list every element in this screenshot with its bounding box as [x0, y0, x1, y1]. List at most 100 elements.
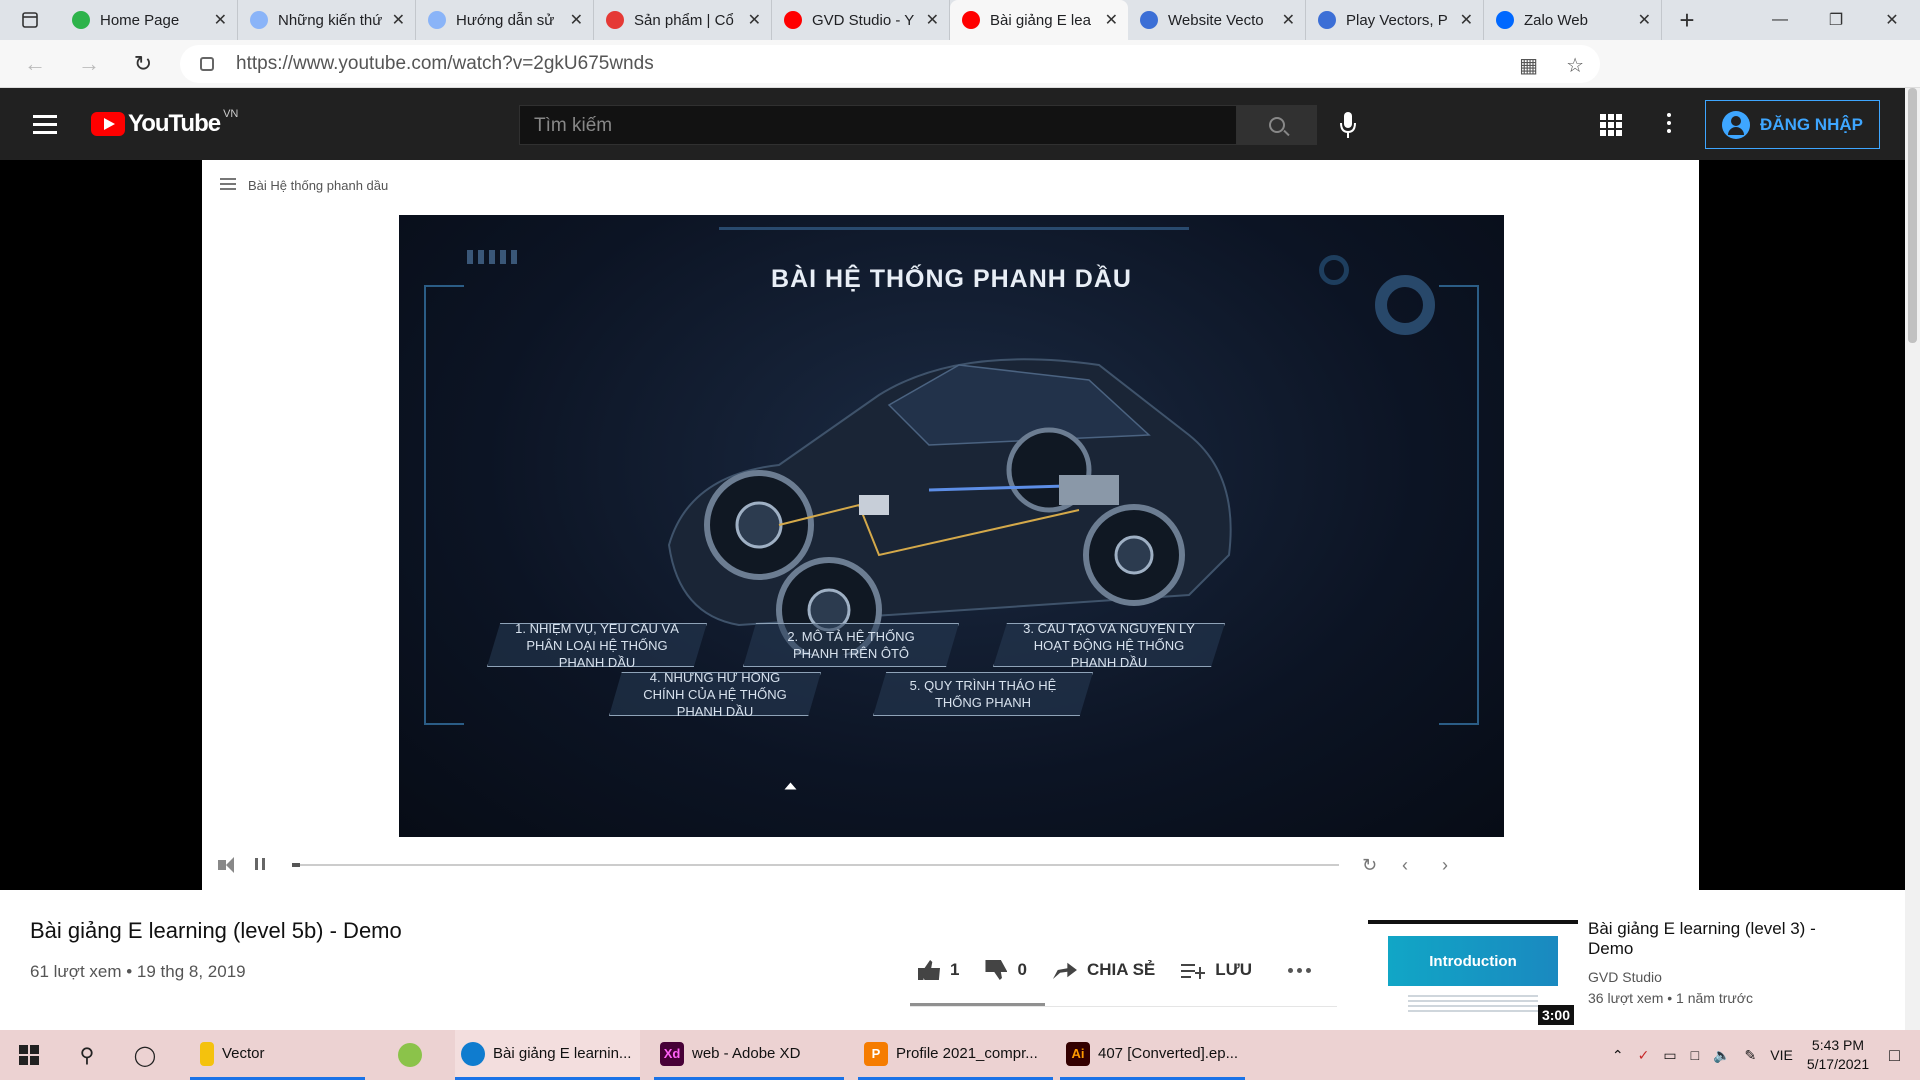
thumbnail-heading: Introduction	[1388, 936, 1558, 986]
taskbar-app-vector[interactable]: Vector	[190, 1030, 365, 1080]
browser-toolbar: ← → ↻ https://www.youtube.com/watch?v=2g…	[0, 40, 1920, 121]
speaker-icon[interactable]: 🔈	[1713, 1047, 1730, 1064]
url-text[interactable]: https://www.youtube.com/watch?v=2gkU675w…	[236, 53, 654, 75]
tab-actions-menu[interactable]	[0, 0, 60, 40]
seek-bar[interactable]	[292, 863, 1339, 867]
task-view-icon[interactable]: ◯	[116, 1043, 174, 1068]
lesson-menu-item-1[interactable]: 1. NHIỆM VỤ, YÊU CẦU VÀ PHÂN LOẠI HỆ THỐ…	[487, 623, 707, 667]
video-title: Bài giảng E learning (level 5b) - Demo	[30, 918, 402, 943]
guide-menu-icon[interactable]	[33, 115, 57, 139]
pen-icon[interactable]: ✎	[1745, 1047, 1757, 1064]
account-icon	[1722, 110, 1751, 139]
lesson-menu-item-3[interactable]: 3. CẤU TẠO VÀ NGUYÊN LÝ HOẠT ĐỘNG HỆ THỐ…	[993, 623, 1225, 667]
browser-tab[interactable]: Website Vecto ✕	[1128, 0, 1306, 40]
video-player[interactable]: Bài Hệ thống phanh dầu BÀI HỆ THỐNG PHAN…	[0, 160, 1905, 890]
close-window-icon[interactable]: ✕	[1864, 0, 1920, 40]
share-icon	[1052, 962, 1077, 979]
recommended-title[interactable]: Bài giảng E learning (level 3) - Demo	[1588, 919, 1858, 959]
more-actions-icon[interactable]	[1288, 967, 1312, 973]
apps-grid-icon[interactable]	[1600, 114, 1622, 136]
search-input[interactable]: Tìm kiếm	[519, 105, 1237, 145]
share-button[interactable]: CHIA SẺ	[1052, 960, 1155, 980]
tab-close-icon[interactable]: ✕	[1638, 10, 1651, 30]
next-slide-icon[interactable]: ›	[1442, 855, 1448, 876]
clock[interactable]: 5:43 PM 5/17/2021	[1807, 1036, 1869, 1074]
restore-icon[interactable]: ❐	[1808, 0, 1864, 40]
settings-more-icon[interactable]	[1667, 113, 1671, 137]
replay-icon[interactable]: ↻	[1362, 855, 1377, 876]
recommended-thumbnail[interactable]: Introduction 3:00	[1368, 920, 1578, 1025]
microphone-icon[interactable]	[1338, 110, 1358, 140]
antivirus-icon[interactable]: ✓	[1638, 1047, 1650, 1064]
tab-close-icon[interactable]: ✕	[570, 10, 583, 30]
pause-icon[interactable]	[255, 858, 265, 870]
lesson-menu-item-5[interactable]: 5. QUY TRÌNH THÁO HỆ THỐNG PHANH	[873, 672, 1093, 716]
battery-icon[interactable]: ▭	[1663, 1047, 1676, 1064]
dislike-button[interactable]: 0	[985, 960, 1027, 980]
scrollbar-thumb[interactable]	[1908, 88, 1917, 343]
tab-close-icon[interactable]: ✕	[214, 10, 227, 30]
language-indicator[interactable]: VIE	[1770, 1047, 1793, 1063]
browser-tab-active[interactable]: Bài giảng E lea ✕	[950, 0, 1128, 40]
taskbar-app-xd[interactable]: Xd web - Adobe XD	[654, 1030, 844, 1080]
lesson-menu-item-2[interactable]: 2. MÔ TẢ HỆ THỐNG PHANH TRÊN ÔTÔ	[743, 623, 959, 667]
notifications-icon[interactable]: □	[1889, 1045, 1900, 1066]
decor-bars	[467, 250, 517, 264]
lesson-menu-item-4[interactable]: 4. NHỮNG HƯ HỎNG CHÍNH CỦA HỆ THỐNG PHAN…	[609, 672, 821, 716]
taskbar-app-pinned[interactable]	[398, 1030, 438, 1080]
browser-tab[interactable]: Home Page ✕	[60, 0, 238, 40]
browser-tab[interactable]: Sản phẩm | Cổ ✕	[594, 0, 772, 40]
tab-close-icon[interactable]: ✕	[926, 10, 939, 30]
browser-tab[interactable]: Zalo Web ✕	[1484, 0, 1662, 40]
sign-in-button[interactable]: ĐĂNG NHẬP	[1705, 100, 1880, 149]
window-controls: — ❐ ✕	[1752, 0, 1920, 40]
forward-arrow-icon[interactable]: →	[62, 40, 116, 88]
network-icon[interactable]: □	[1691, 1047, 1699, 1063]
back-arrow-icon[interactable]: ←	[8, 40, 62, 88]
tab-close-icon[interactable]: ✕	[1105, 10, 1118, 30]
taskbar-app-label: web - Adobe XD	[692, 1045, 801, 1062]
elearning-embed[interactable]: Bài Hệ thống phanh dầu BÀI HỆ THỐNG PHAN…	[202, 160, 1699, 890]
tab-close-icon[interactable]: ✕	[1460, 10, 1473, 30]
lock-icon[interactable]	[200, 57, 214, 71]
search-icon[interactable]: ⚲	[58, 1043, 116, 1068]
tab-close-icon[interactable]: ✕	[748, 10, 761, 30]
tray-expand-icon[interactable]: ⌃	[1612, 1047, 1624, 1064]
browser-tab[interactable]: GVD Studio - Y ✕	[772, 0, 950, 40]
video-frame[interactable]: BÀI HỆ THỐNG PHANH DẦU 1. NHIỆM VỤ, YÊU …	[399, 215, 1504, 837]
slide-title: BÀI HỆ THỐNG PHANH DẦU	[771, 265, 1132, 293]
add-favorite-icon[interactable]: ☆	[1566, 53, 1584, 78]
video-meta: 61 lượt xem • 19 thg 8, 2019	[30, 962, 246, 981]
tab-favicon-icon	[428, 11, 446, 29]
recommended-channel[interactable]: GVD Studio	[1588, 969, 1662, 985]
taskbar-app-label: Profile 2021_compr...	[896, 1045, 1038, 1062]
decor-frame-left	[424, 285, 464, 725]
page-scrollbar[interactable]	[1905, 88, 1920, 1030]
menu-lines-icon[interactable]	[220, 178, 236, 193]
minimize-icon[interactable]: —	[1752, 0, 1808, 40]
browser-tab[interactable]: Play Vectors, P ✕	[1306, 0, 1484, 40]
new-tab-button[interactable]: +	[1662, 0, 1712, 40]
clock-time: 5:43 PM	[1811, 1037, 1865, 1053]
save-button[interactable]: LƯU	[1181, 960, 1252, 980]
browser-tab[interactable]: Hướng dẫn sử ✕	[416, 0, 594, 40]
youtube-logo[interactable]: YouTube VN	[91, 108, 239, 138]
divider	[910, 1006, 1337, 1007]
start-button[interactable]	[0, 1045, 58, 1065]
taskbar-app-edge[interactable]: Bài giảng E learnin...	[455, 1030, 640, 1080]
browser-tab[interactable]: Những kiến thứ ✕	[238, 0, 416, 40]
previous-slide-icon[interactable]: ‹	[1402, 855, 1408, 876]
address-bar[interactable]: https://www.youtube.com/watch?v=2gkU675w…	[180, 45, 1600, 83]
system-tray: ⌃ ✓ ▭ □ 🔈 ✎ VIE 5:43 PM 5/17/2021 □	[1612, 1030, 1920, 1080]
search-button[interactable]	[1237, 105, 1317, 145]
taskbar-app-illustrator[interactable]: Ai 407 [Converted].ep...	[1060, 1030, 1245, 1080]
tab-close-icon[interactable]: ✕	[392, 10, 405, 30]
tab-close-icon[interactable]: ✕	[1282, 10, 1295, 30]
reload-icon[interactable]: ↻	[116, 40, 170, 88]
country-code: VN	[223, 108, 239, 120]
seek-progress	[292, 863, 301, 867]
like-button[interactable]: 1	[918, 960, 959, 980]
taskbar-app-pdf[interactable]: P Profile 2021_compr...	[858, 1030, 1053, 1080]
volume-icon[interactable]	[218, 857, 234, 873]
app-available-icon[interactable]: ▦	[1519, 53, 1538, 78]
